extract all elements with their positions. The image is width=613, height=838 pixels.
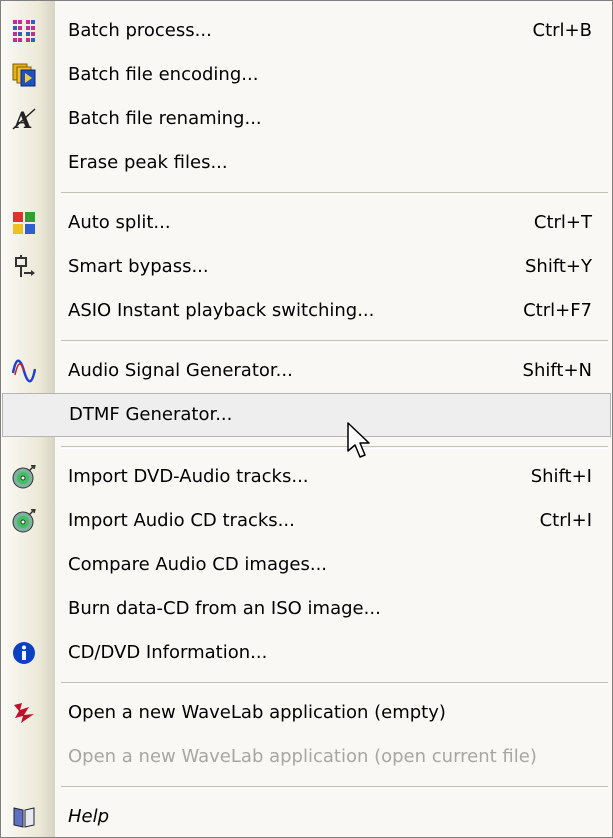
menu-item-help[interactable]: Help [1, 795, 612, 837]
menu-item-audio-signal-generator[interactable]: Audio Signal Generator... Shift+N [1, 349, 612, 393]
menu-item-asio-instant-playback[interactable]: ASIO Instant playback switching... Ctrl+… [1, 289, 612, 333]
menu-item-label: CD/DVD Information... [68, 642, 268, 663]
menu-item-label: Open a new WaveLab application (open cur… [68, 746, 537, 767]
disc-import-icon [12, 465, 36, 489]
batch-process-icon [12, 19, 36, 43]
menu-item-label: ASIO Instant playback switching... [68, 300, 375, 321]
menu-item-label: Batch file renaming... [68, 108, 262, 129]
menu-item-batch-file-renaming[interactable]: A Batch file renaming... [1, 97, 612, 141]
menu-item-shortcut: Shift+I [530, 466, 592, 487]
batch-renaming-icon: A [12, 107, 36, 131]
signal-wave-icon [12, 359, 36, 383]
menu-separator [61, 192, 608, 195]
batch-encoding-icon [12, 63, 36, 87]
menu-item-compare-audio-cd-images[interactable]: Compare Audio CD images... [1, 543, 612, 587]
menu-item-batch-process[interactable]: Batch process... Ctrl+B [1, 9, 612, 53]
menu-item-label: Import DVD-Audio tracks... [68, 466, 309, 487]
menu-item-import-audio-cd[interactable]: Import Audio CD tracks... Ctrl+I [1, 499, 612, 543]
menu-item-label: Audio Signal Generator... [68, 360, 293, 381]
menu-item-smart-bypass[interactable]: Smart bypass... Shift+Y [1, 245, 612, 289]
disc-import-icon [12, 509, 36, 533]
menu-item-cd-dvd-information[interactable]: CD/DVD Information... [1, 631, 612, 675]
menu-item-shortcut: Shift+Y [525, 256, 592, 277]
menu-separator [61, 682, 608, 685]
menu-separator [61, 446, 608, 449]
menu-item-label: Open a new WaveLab application (empty) [68, 702, 446, 723]
menu-item-burn-data-cd[interactable]: Burn data-CD from an ISO image... [1, 587, 612, 631]
menu-item-auto-split[interactable]: Auto split... Ctrl+T [1, 201, 612, 245]
menu-item-batch-file-encoding[interactable]: Batch file encoding... [1, 53, 612, 97]
menu-item-label: Compare Audio CD images... [68, 554, 328, 575]
mouse-cursor-icon [346, 421, 376, 465]
wavelab-icon [12, 701, 36, 725]
menu-item-shortcut: Ctrl+F7 [523, 300, 592, 321]
info-icon [12, 641, 36, 665]
menu-item-dtmf-generator[interactable]: DTMF Generator... [2, 393, 611, 437]
menu-item-label: DTMF Generator... [69, 404, 233, 425]
menu-item-import-dvd-audio[interactable]: Import DVD-Audio tracks... Shift+I [1, 455, 612, 499]
menu-item-label: Erase peak files... [68, 152, 228, 173]
menu-item-label: Auto split... [68, 212, 171, 233]
menu-item-open-wavelab-empty[interactable]: Open a new WaveLab application (empty) [1, 691, 612, 735]
menu-item-shortcut: Ctrl+T [533, 212, 592, 233]
auto-split-icon [12, 211, 36, 235]
menu-item-label: Help [68, 806, 110, 827]
tools-menu: Batch process... Ctrl+B Batch file encod… [0, 0, 613, 838]
menu-item-label: Import Audio CD tracks... [68, 510, 295, 531]
menu-item-label: Burn data-CD from an ISO image... [68, 598, 381, 619]
menu-item-label: Smart bypass... [68, 256, 209, 277]
smart-bypass-icon [12, 255, 36, 279]
menu-item-label: Batch file encoding... [68, 64, 259, 85]
menu-item-shortcut: Ctrl+B [532, 20, 592, 41]
menu-separator [61, 340, 608, 343]
menu-item-erase-peak-files[interactable]: Erase peak files... [1, 141, 612, 185]
menu-separator [61, 786, 608, 789]
menu-item-shortcut: Ctrl+I [539, 510, 592, 531]
menu-item-open-wavelab-current-file: Open a new WaveLab application (open cur… [1, 735, 612, 779]
menu-item-shortcut: Shift+N [522, 360, 592, 381]
menu-item-label: Batch process... [68, 20, 212, 41]
help-book-icon [12, 805, 36, 829]
